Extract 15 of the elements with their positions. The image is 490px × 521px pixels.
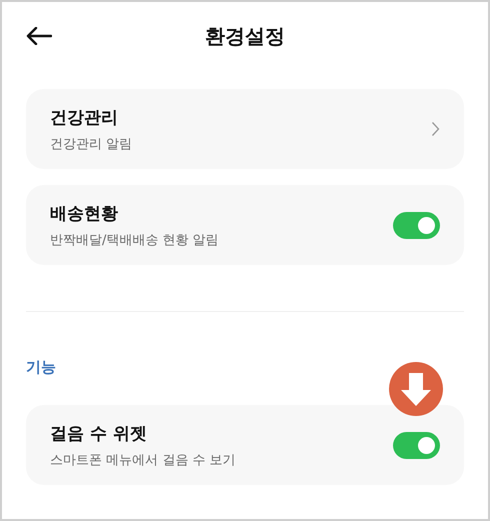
back-arrow-icon[interactable] <box>26 27 52 45</box>
toggle-switch[interactable] <box>393 432 440 458</box>
chevron-icon <box>431 121 440 137</box>
toggle-switch[interactable] <box>393 212 440 238</box>
setting-title: 배송현황 <box>50 202 119 224</box>
screen-title: 환경설정 <box>205 22 285 50</box>
section-label: 기능 <box>26 358 56 376</box>
setting-title: 걸음 수 위젯 <box>50 422 148 444</box>
setting-description: 건강관리 알림 <box>50 136 132 152</box>
setting-description: 반짝배달/택배배송 현황 알림 <box>50 232 219 248</box>
setting-title: 건강관리 <box>50 106 119 128</box>
settings-card[interactable]: 걸음 수 위젯 스마트폰 메뉴에서 걸음 수 보기 <box>26 405 464 485</box>
setting-description: 스마트폰 메뉴에서 걸음 수 보기 <box>50 452 236 468</box>
settings-card[interactable]: 배송현황 반짝배달/택배배송 현황 알림 <box>26 185 464 265</box>
settings-card[interactable]: 건강관리 건강관리 알림 <box>26 89 464 169</box>
